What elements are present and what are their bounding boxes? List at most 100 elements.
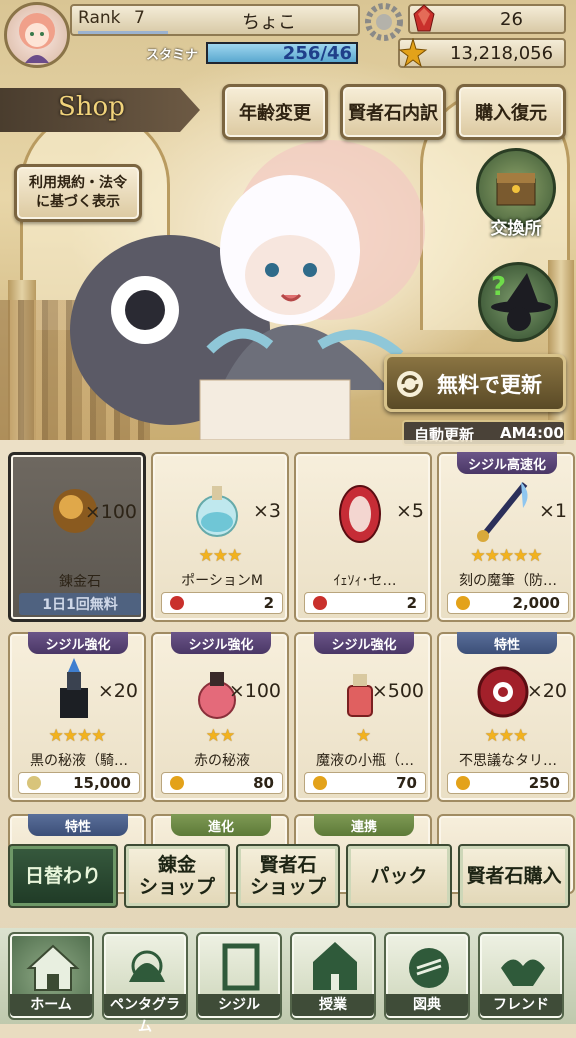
nav-label: ペンタグラム [104, 994, 186, 1035]
item-name: 不思議なタリ… [459, 753, 557, 768]
nav-handshake[interactable]: フレンド [478, 932, 564, 1020]
gem-count: 26 [500, 9, 523, 30]
avatar-portrait-icon [19, 13, 55, 63]
gold-currency-icon [456, 776, 470, 790]
item-category-badge: 連携 [314, 814, 414, 836]
item-quantity: ×20 [526, 680, 567, 702]
rank-name-plate: Rank 7 ちょこ [70, 4, 360, 36]
item-rarity-stars: ★ [355, 726, 371, 746]
nav-label: フレンド [480, 994, 562, 1016]
stamina-bar: 256/46 [206, 42, 358, 64]
free-daily-label: 1日1回無料 [19, 593, 141, 615]
item-price-box: 70 [304, 772, 426, 794]
item-rarity-stars: ★★★★★ [470, 546, 542, 566]
shop-tab[interactable]: 日替わり [8, 844, 118, 908]
item-price-box: 2 [161, 592, 283, 614]
gold-count: 13,218,056 [450, 43, 554, 64]
handshake-icon [501, 959, 545, 986]
item-category-badge: 進化 [171, 814, 271, 836]
shop-tab-bar: 日替わり 錬金 ショップ 賢者石 ショップ パック 賢者石購入 [0, 842, 576, 914]
item-rarity-stars: ★★★★ [48, 726, 107, 746]
nav-book[interactable]: 図典 [384, 932, 470, 1020]
shop-item-card[interactable]: 特性 ×20 ★★★ 不思議なタリ… 250 [437, 632, 575, 802]
nav-house[interactable]: ホーム [8, 932, 94, 1020]
item-price-box: 15,000 [18, 772, 140, 794]
gem-currency-icon [170, 596, 184, 610]
shop-item-card[interactable]: シジル強化 ×20 ★★★★ 黒の秘液（騎… 15,000 [8, 632, 146, 802]
age-change-button[interactable]: 年齢変更 [222, 84, 328, 140]
item-price: 80 [253, 774, 274, 792]
gold-currency-icon [170, 776, 184, 790]
nav-label: 図典 [386, 994, 468, 1016]
item-name: ｲｪｿｨ･セ… [333, 573, 397, 588]
shop-item-card[interactable]: シジル強化 ×100 ★★ 赤の秘液 80 [151, 632, 289, 802]
shop-tab[interactable]: 錬金 ショップ [124, 844, 230, 908]
shop-tab[interactable]: 賢者石購入 [458, 844, 570, 908]
item-name: 魔液の小瓶（… [316, 753, 414, 768]
nav-label: ホーム [10, 994, 92, 1016]
school-icon [313, 942, 357, 990]
book-icon [409, 948, 449, 988]
nav-school[interactable]: 授業 [290, 932, 376, 1020]
free-refresh-button[interactable]: 無料で更新 [384, 354, 566, 412]
item-category-badge: シジル強化 [314, 632, 414, 654]
gem-icon [413, 4, 435, 32]
item-quantity: ×5 [395, 500, 424, 522]
exchange-label: 交換所 [490, 218, 542, 239]
gem-counter[interactable]: 26 [408, 4, 566, 34]
gold-currency-icon [456, 596, 470, 610]
item-quantity: ×20 [97, 680, 138, 702]
item-rarity-stars: ★★★ [484, 726, 529, 746]
gem-currency-icon [313, 596, 327, 610]
item-category-badge: シジル高速化 [457, 452, 557, 474]
restore-purchase-button[interactable]: 購入復元 [456, 84, 566, 140]
shop-item-card[interactable]: シジル強化 ×500 ★ 魔液の小瓶（… 70 [294, 632, 432, 802]
item-quantity: ×500 [371, 680, 424, 702]
exp-bar [78, 31, 168, 34]
item-price: 2,000 [512, 594, 560, 612]
shop-title: Shop [58, 92, 125, 122]
item-price: 70 [396, 774, 417, 792]
stamina-group: スタミナ 256/46 [140, 40, 360, 66]
bottom-navigation: ホーム ペンタグラム シジル 授業 図典 フレンド [0, 928, 576, 1035]
item-price: 250 [528, 774, 560, 792]
item-quantity: ×100 [228, 680, 281, 702]
help-witch-button[interactable]: ? [478, 262, 558, 342]
shop-item-card[interactable]: ×3 ★★★ ポーションM 2 [151, 452, 289, 622]
item-rarity-stars: ★★ [205, 726, 235, 746]
exchange-button[interactable]: 交換所 [470, 148, 562, 239]
player-avatar[interactable] [4, 2, 70, 68]
item-icon [339, 485, 381, 543]
rank-value: 7 [134, 8, 145, 28]
shop-item-card[interactable]: ×100 錬金石 1日1回無料 [8, 452, 146, 622]
gem-breakdown-button[interactable]: 賢者石内訳 [340, 84, 446, 140]
item-category-badge: 特性 [28, 814, 128, 836]
item-category-badge: シジル強化 [171, 632, 271, 654]
shop-item-card[interactable]: シジル高速化 ×1 ★★★★★ 刻の魔筆（防… 2,000 [437, 452, 575, 622]
rank-label: Rank [78, 8, 121, 28]
witch-hat-icon: ? [491, 272, 551, 331]
item-price: 2 [263, 594, 274, 612]
item-price-box: 250 [447, 772, 569, 794]
shop-item-card[interactable]: ×5 ｲｪｿｨ･セ… 2 [294, 452, 432, 622]
nav-sigil-frame[interactable]: シジル [196, 932, 282, 1020]
item-category-badge: 特性 [457, 632, 557, 654]
item-quantity: ×100 [84, 501, 137, 523]
item-name: ポーションM [181, 573, 263, 588]
sigil-frame-icon [222, 943, 260, 991]
shop-tab[interactable]: パック [346, 844, 452, 908]
item-price-box: 2,000 [447, 592, 569, 614]
gold-counter[interactable]: 13,218,056 [398, 38, 566, 68]
stamina-label: スタミナ [146, 48, 199, 63]
nav-pentagram[interactable]: ペンタグラム [102, 932, 188, 1035]
item-category-badge: シジル強化 [28, 632, 128, 654]
item-name: 刻の魔筆（防… [459, 573, 557, 588]
gold-currency-icon [313, 776, 327, 790]
terms-button[interactable]: 利用規約・法令 に基づく表示 [14, 164, 142, 222]
item-price-box: 2 [304, 592, 426, 614]
item-quantity: ×1 [538, 500, 567, 522]
item-rarity-stars: ★★★ [198, 546, 243, 566]
stamina-value: 256/46 [282, 43, 352, 64]
star-currency-icon [27, 776, 41, 790]
shop-tab[interactable]: 賢者石 ショップ [236, 844, 340, 908]
